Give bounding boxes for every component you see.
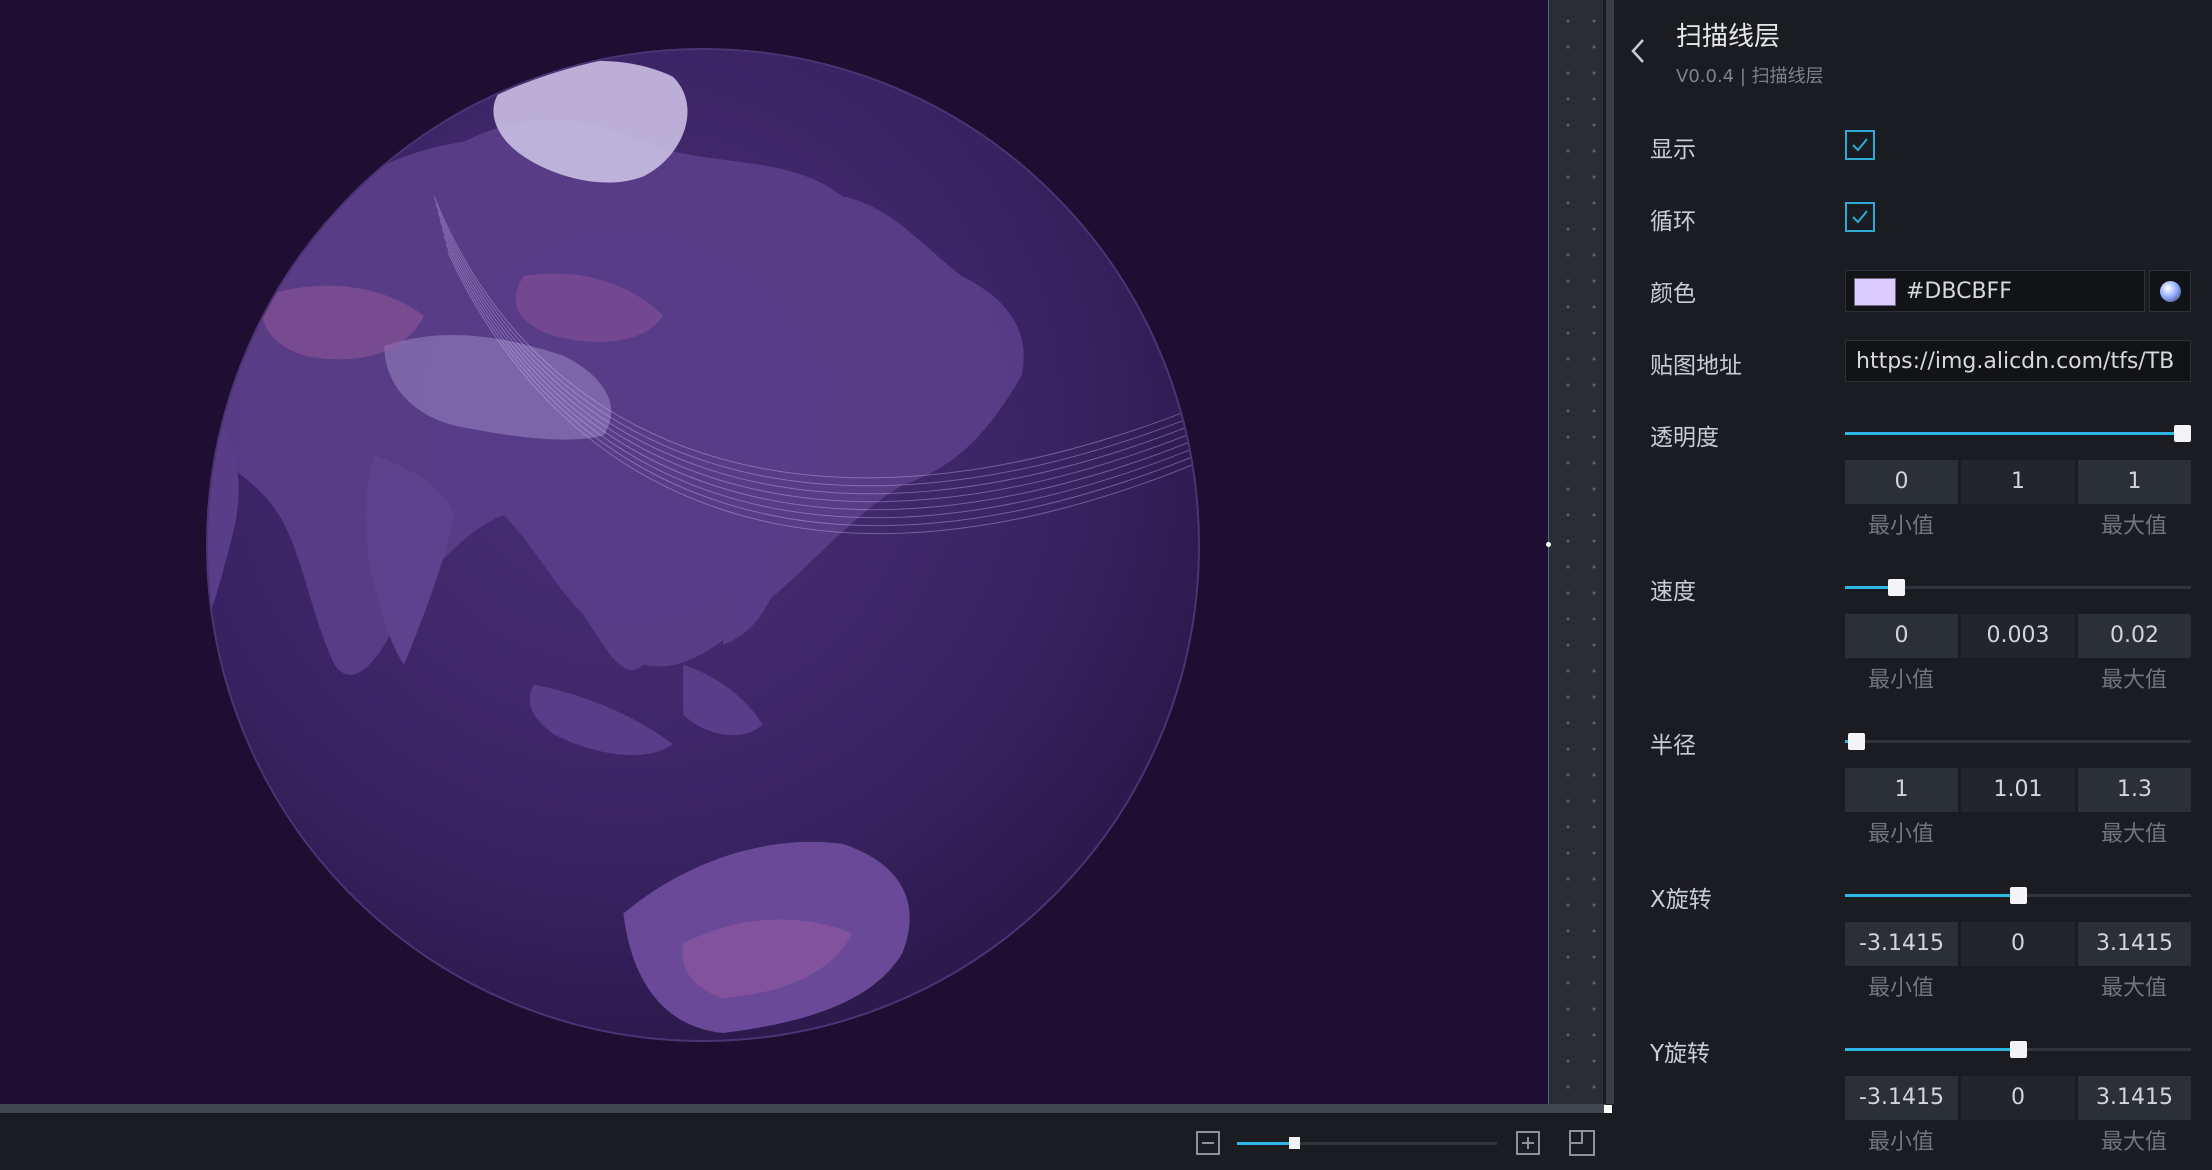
vertical-scrollbar[interactable] — [1606, 0, 1614, 1104]
horizontal-scrollbar[interactable] — [0, 1104, 1606, 1113]
texture-url-value: https://img.alicdn.com/tfs/TB — [1856, 349, 2175, 374]
y-rotation-min-caption: 最小值 — [1868, 1130, 1935, 1155]
radius-label: 半径 — [1650, 733, 1696, 759]
x-rotation-slider-fill — [1845, 894, 2018, 897]
globe[interactable] — [205, 47, 1201, 1043]
speed-max-caption: 最大值 — [2101, 668, 2168, 693]
radius-max-caption: 最大值 — [2101, 822, 2168, 847]
panel-subtitle: V0.0.4 | 扫描线层 — [1676, 66, 1824, 87]
y-rotation-slider-handle[interactable] — [2010, 1041, 2027, 1058]
speed-min-caption: 最小值 — [1868, 668, 1935, 693]
color-wheel-icon[interactable] — [2149, 270, 2191, 312]
radius-value-input[interactable]: 1.01 — [1961, 768, 2075, 812]
y-rotation-slider-fill — [1845, 1048, 2018, 1051]
radius-min-input[interactable]: 1 — [1845, 768, 1958, 812]
checkmark-icon — [1852, 210, 1868, 224]
x-rotation-max-caption: 最大值 — [2101, 976, 2168, 1001]
show-checkbox[interactable] — [1845, 130, 1875, 160]
zoom-out-icon[interactable] — [1196, 1131, 1220, 1155]
corner-marker — [1604, 1105, 1612, 1113]
y-rotation-max-input[interactable]: 3.1415 — [2078, 1076, 2191, 1120]
texture-url-label: 贴图地址 — [1650, 353, 1742, 379]
opacity-label: 透明度 — [1650, 425, 1719, 451]
radius-slider-track[interactable] — [1845, 740, 2191, 743]
x-rotation-min-caption: 最小值 — [1868, 976, 1935, 1001]
opacity-slider-handle[interactable] — [2174, 425, 2191, 442]
color-swatch — [1854, 278, 1896, 306]
zoom-slider-fill — [1237, 1142, 1294, 1145]
show-label: 显示 — [1650, 137, 1696, 163]
ruler-marker — [1546, 542, 1551, 547]
speed-range: 0 0.003 0.02 — [1845, 614, 2191, 658]
radius-range: 1 1.01 1.3 — [1845, 768, 2191, 812]
x-rotation-slider-handle[interactable] — [2010, 887, 2027, 904]
speed-label: 速度 — [1650, 579, 1696, 605]
panel-title: 扫描线层 — [1676, 22, 1781, 52]
x-rotation-label: X旋转 — [1650, 887, 1712, 913]
loop-label: 循环 — [1650, 209, 1696, 235]
speed-slider-handle[interactable] — [1888, 579, 1905, 596]
checkmark-icon — [1852, 138, 1868, 152]
opacity-min-caption: 最小值 — [1868, 514, 1935, 539]
y-rotation-label: Y旋转 — [1650, 1041, 1711, 1067]
color-label: 颜色 — [1650, 281, 1696, 307]
radius-slider-handle[interactable] — [1848, 733, 1865, 750]
opacity-max-input[interactable]: 1 — [2078, 460, 2191, 504]
opacity-max-caption: 最大值 — [2101, 514, 2168, 539]
radius-min-caption: 最小值 — [1868, 822, 1935, 847]
y-rotation-max-caption: 最大值 — [2101, 1130, 2168, 1155]
y-rotation-range: -3.1415 0 3.1415 — [1845, 1076, 2191, 1120]
zoom-slider-handle[interactable] — [1289, 1137, 1300, 1149]
x-rotation-range: -3.1415 0 3.1415 — [1845, 922, 2191, 966]
map-canvas[interactable] — [0, 0, 1548, 1104]
x-rotation-value-input[interactable]: 0 — [1961, 922, 2075, 966]
y-rotation-value-input[interactable]: 0 — [1961, 1076, 2075, 1120]
speed-max-input[interactable]: 0.02 — [2078, 614, 2191, 658]
loop-checkbox[interactable] — [1845, 202, 1875, 232]
opacity-slider-fill — [1845, 432, 2191, 435]
color-value: #DBCBFF — [1906, 279, 2012, 304]
radius-max-input[interactable]: 1.3 — [2078, 768, 2191, 812]
opacity-range: 0 1 1 — [1845, 460, 2191, 504]
x-rotation-max-input[interactable]: 3.1415 — [2078, 922, 2191, 966]
x-rotation-min-input[interactable]: -3.1415 — [1845, 922, 1958, 966]
opacity-min-input[interactable]: 0 — [1845, 460, 1958, 504]
fit-screen-icon[interactable] — [1569, 1130, 1595, 1156]
y-rotation-min-input[interactable]: -3.1415 — [1845, 1076, 1958, 1120]
speed-value-input[interactable]: 0.003 — [1961, 614, 2075, 658]
vertical-ruler — [1548, 0, 1603, 1104]
opacity-value-input[interactable]: 1 — [1961, 460, 2075, 504]
speed-min-input[interactable]: 0 — [1845, 614, 1958, 658]
chevron-left-icon[interactable] — [1628, 36, 1652, 66]
texture-url-input[interactable]: https://img.alicdn.com/tfs/TB — [1845, 340, 2191, 382]
color-input[interactable]: #DBCBFF — [1845, 270, 2145, 312]
zoom-in-icon[interactable] — [1516, 1131, 1540, 1155]
